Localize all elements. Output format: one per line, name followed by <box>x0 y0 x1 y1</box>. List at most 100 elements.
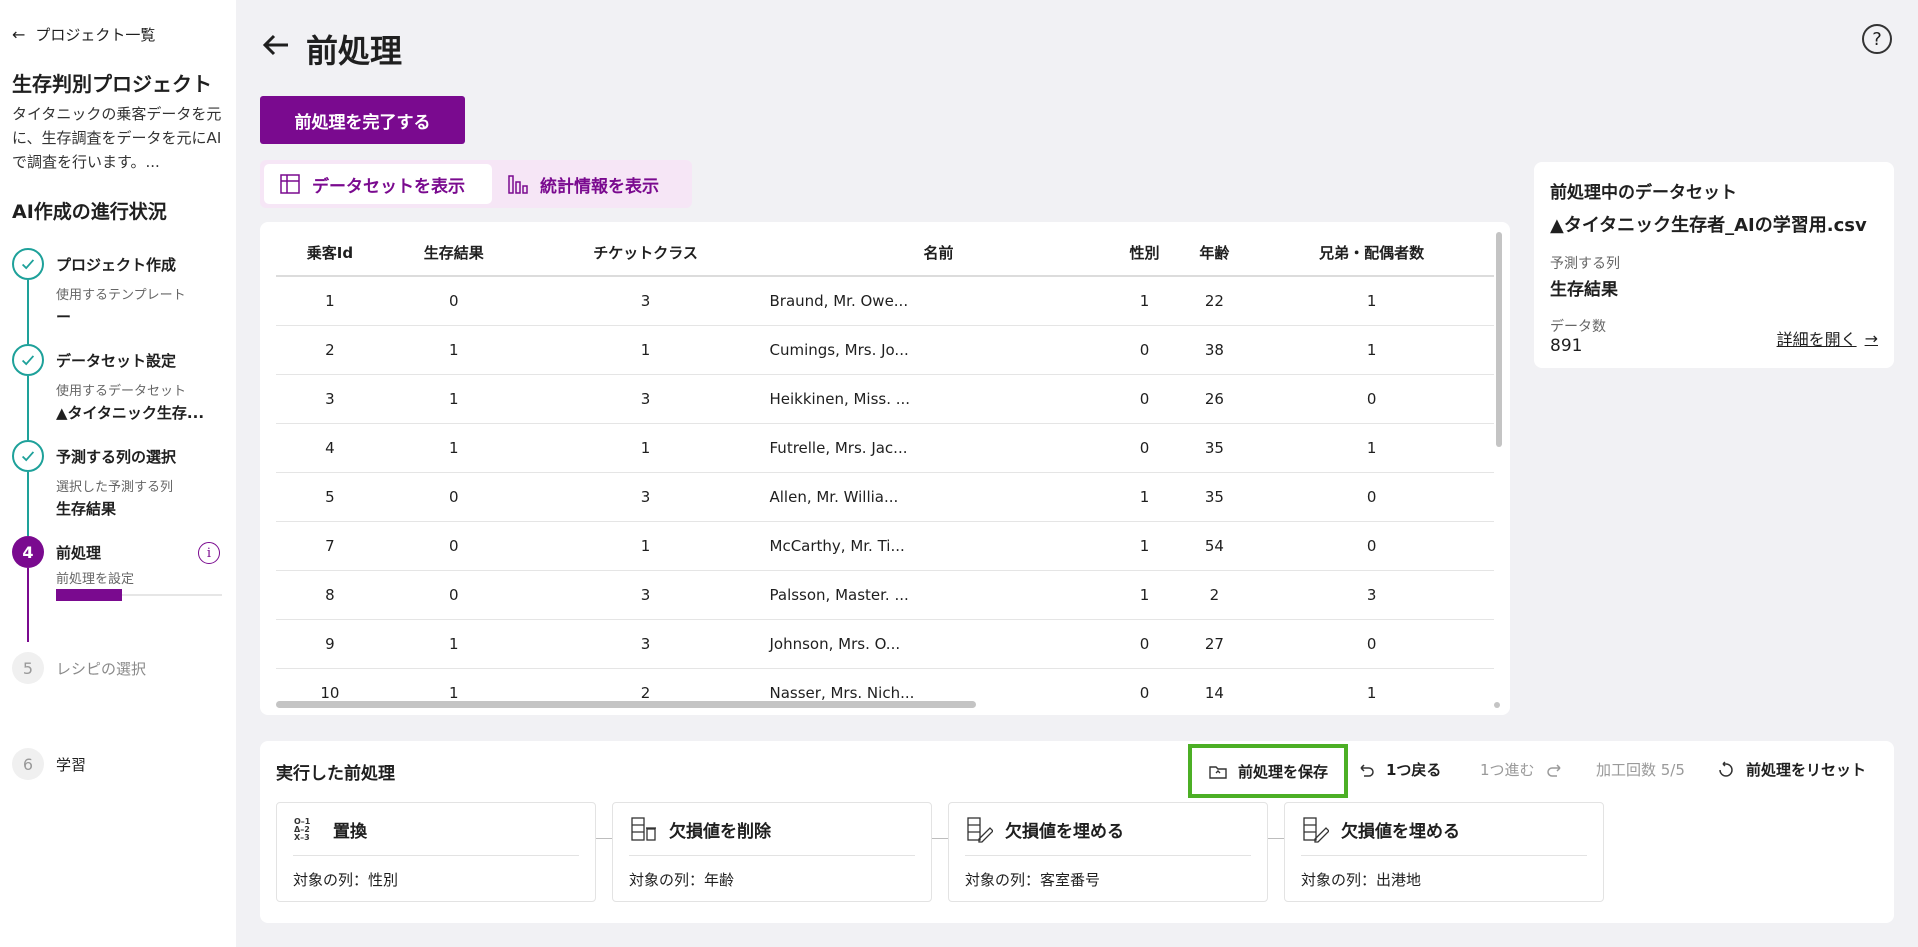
table-cell: 3 <box>1249 570 1494 620</box>
table-row: 7 0 1 McCarthy, Mr. Ti... 1 54 0 <box>276 521 1494 571</box>
step-card-title: 欠損値を埋める <box>1341 821 1460 842</box>
table-cell: 1 <box>523 423 768 473</box>
table-cell: 8 <box>276 570 384 620</box>
table-cell: 1 <box>523 325 768 375</box>
table-cell: Allen, Mr. Willia... <box>767 472 1110 522</box>
column-header[interactable]: 名前 <box>767 230 1110 277</box>
table-cell: 1 <box>1109 276 1180 326</box>
save-preprocess-button[interactable]: 前処理を保存 <box>1188 744 1348 798</box>
preprocess-panel-title: 実行した前処理 <box>276 764 395 784</box>
divider <box>293 855 579 856</box>
table-cell: 1 <box>1109 570 1180 620</box>
step-name: 前処理 <box>56 544 102 562</box>
column-header[interactable]: 生存結果 <box>383 230 524 277</box>
preprocess-step-card[interactable]: O–1 Δ–2 X–3 置換 対象の列：性別 <box>276 802 596 902</box>
save-folder-icon <box>1209 766 1227 779</box>
table-cell: 0 <box>383 570 524 620</box>
table-row: 1 0 3 Braund, Mr. Owe... 1 22 1 <box>276 276 1494 326</box>
horizontal-scrollbar[interactable] <box>276 701 976 708</box>
column-header[interactable]: チケットクラス <box>523 230 768 277</box>
table-cell: 22 <box>1179 276 1250 326</box>
step-number: 4 <box>12 536 44 568</box>
info-icon[interactable]: i <box>198 542 220 564</box>
step-card-title: 欠損値を削除 <box>669 821 771 842</box>
project-description: タイタニックの乗客データを元に、生存調査をデータを元にAIで調査を行います。..… <box>12 105 222 171</box>
target-column-label: 予測する列 <box>1550 256 1620 272</box>
back-arrow-icon[interactable] <box>260 29 292 69</box>
dataset-info-card: 前処理中のデータセット ▲タイタニック生存者_AIの学習用.csv 予測する列 … <box>1534 162 1894 368</box>
show-dataset-tab[interactable]: データセットを表示 <box>264 164 492 204</box>
table-row: 2 1 1 Cumings, Mrs. Jo... 0 38 1 <box>276 325 1494 375</box>
back-to-projects-link[interactable]: ← プロジェクト一覧 <box>12 24 155 45</box>
table-cell: 1 <box>383 325 524 375</box>
table-cell: 0 <box>1249 521 1494 571</box>
column-header[interactable]: 性別 <box>1109 230 1180 277</box>
table-cell: 3 <box>523 276 768 326</box>
fill-missing-icon <box>967 817 993 843</box>
undo-icon <box>1360 763 1374 777</box>
step-card-title: 欠損値を埋める <box>1005 821 1124 842</box>
dataset-filename: ▲タイタニック生存者_AIの学習用.csv <box>1550 215 1867 236</box>
check-icon <box>12 248 44 280</box>
project-title: 生存判別プロジェクト <box>12 72 212 96</box>
table-cell: 0 <box>1249 472 1494 522</box>
open-details-link[interactable]: 詳細を開く → <box>1777 326 1878 350</box>
table-cell: 14 <box>1179 668 1250 715</box>
table-cell: 0 <box>383 276 524 326</box>
table-cell: Cumings, Mrs. Jo... <box>767 325 1110 375</box>
delete-missing-icon <box>631 817 656 841</box>
table-cell: 7 <box>276 521 384 571</box>
vertical-scrollbar[interactable] <box>1496 232 1502 447</box>
help-icon[interactable]: ? <box>1862 24 1892 54</box>
undo-label: 1つ戻る <box>1386 761 1442 779</box>
step-value: ー <box>56 308 72 326</box>
step-card-target: 対象の列：年齢 <box>629 871 735 889</box>
redo-button[interactable]: 1つ進む <box>1480 759 1565 780</box>
table-cell: 35 <box>1179 423 1250 473</box>
column-header[interactable]: 乗客Id <box>276 230 384 277</box>
preprocess-step-card[interactable]: 欠損値を削除 対象の列：年齢 <box>612 802 932 902</box>
target-column-value: 生存結果 <box>1550 280 1618 300</box>
step-number: 5 <box>12 652 44 684</box>
table-cell: 1 <box>1249 668 1494 715</box>
table-cell: 26 <box>1179 374 1250 424</box>
table-cell: 1 <box>1249 276 1494 326</box>
step-number: 6 <box>12 748 44 780</box>
table-cell: Heikkinen, Miss. ... <box>767 374 1110 424</box>
step-connector <box>1268 838 1284 839</box>
step-connector <box>596 838 612 839</box>
svg-text:X–3: X–3 <box>294 833 310 842</box>
table-cell: 5 <box>276 472 384 522</box>
table-cell: Johnson, Mrs. O... <box>767 619 1110 669</box>
table-cell: 1 <box>523 521 768 571</box>
preprocess-step-card[interactable]: 欠損値を埋める 対象の列：客室番号 <box>948 802 1268 902</box>
dataset-table-card: 乗客Id 生存結果 チケットクラス 名前 性別 年齢 兄弟・配偶者数 1 0 3 Braund, … <box>260 222 1510 715</box>
column-header[interactable]: 年齢 <box>1179 230 1250 277</box>
scrollbar-end <box>1494 702 1500 708</box>
check-icon <box>12 440 44 472</box>
show-stats-tab[interactable]: 統計情報を表示 <box>492 164 673 204</box>
table-cell: 3 <box>523 472 768 522</box>
show-dataset-label: データセットを表示 <box>312 176 465 197</box>
step-connector <box>27 376 29 440</box>
show-stats-label: 統計情報を表示 <box>540 176 659 197</box>
step-card-target: 対象の列：客室番号 <box>965 871 1101 889</box>
reset-preprocess-button[interactable]: 前処理をリセット <box>1716 759 1866 780</box>
table-cell: 1 <box>1109 521 1180 571</box>
step-sub: 使用するテンプレート <box>56 288 186 303</box>
preprocess-step-card[interactable]: 欠損値を埋める 対象の列：出港地 <box>1284 802 1604 902</box>
complete-preprocess-button[interactable]: 前処理を完了する <box>260 96 465 144</box>
table-cell: 3 <box>523 374 768 424</box>
table-cell: 9 <box>276 619 384 669</box>
info-title: 前処理中のデータセット <box>1550 183 1737 203</box>
reset-icon <box>1719 760 1733 777</box>
column-header[interactable]: 兄弟・配偶者数 <box>1249 230 1494 277</box>
divider <box>1301 855 1587 856</box>
step-preprocess[interactable]: 4 前処理 i 前処理を設定 <box>12 536 222 606</box>
table-row: 9 1 3 Johnson, Mrs. O... 0 27 0 <box>276 619 1494 669</box>
table-cell: 4 <box>276 423 384 473</box>
step-name: 学習 <box>56 756 87 774</box>
table-cell: 38 <box>1179 325 1250 375</box>
undo-button[interactable]: 1つ戻る <box>1356 759 1441 780</box>
stats-icon <box>508 175 528 194</box>
